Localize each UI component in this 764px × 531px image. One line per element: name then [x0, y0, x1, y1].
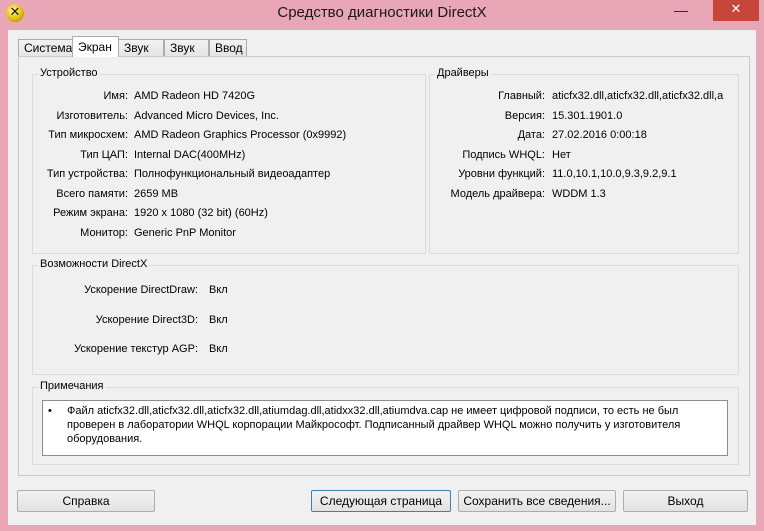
display-mode-label: Режим экрана:	[53, 207, 128, 219]
whql-value: Нет	[552, 149, 571, 161]
date-label: Дата:	[517, 129, 545, 141]
manufacturer-label: Изготовитель:	[56, 110, 129, 122]
chip-type-value: AMD Radeon Graphics Processor (0x9992)	[134, 129, 347, 141]
device-type-label: Тип устройства:	[46, 168, 128, 180]
feature-levels-value: 11.0,10.1,10.0,9.3,9.2,9.1	[552, 168, 677, 180]
device-name-label: Имя:	[103, 90, 128, 102]
agp-row: Ускорение текстур AGP: Вкл	[33, 341, 333, 357]
dialog-client-area: Система Экран Звук 1 Звук 2 Ввод Устройс…	[8, 30, 756, 525]
total-memory-label: Всего памяти:	[56, 188, 128, 200]
directx-features-title: Возможности DirectX	[38, 258, 150, 270]
monitor-value: Generic PnP Monitor	[134, 227, 236, 239]
main-driver-value: aticfx32.dll,aticfx32.dll,aticfx32.dll,a	[552, 90, 724, 102]
tab-input[interactable]: Ввод	[209, 39, 247, 56]
driver-row-model: Модель драйвера: WDDM 1.3	[430, 186, 736, 202]
agp-label: Ускорение текстур AGP:	[74, 343, 198, 355]
window-title: Средство диагностики DirectX	[277, 4, 487, 21]
minimize-button[interactable]: —	[668, 2, 694, 22]
next-page-button[interactable]: Следующая страница	[311, 490, 451, 512]
directx-features-group: Возможности DirectX Ускорение DirectDraw…	[32, 258, 739, 375]
notes-text: Файл aticfx32.dll,aticfx32.dll,aticfx32.…	[67, 405, 681, 445]
title-bar[interactable]: ✕ Средство диагностики DirectX — ✕	[0, 0, 764, 26]
exit-button[interactable]: Выход	[623, 490, 748, 512]
tab-display[interactable]: Экран	[72, 36, 119, 57]
device-row-device-type: Тип устройства: Полнофункциональный виде…	[33, 166, 423, 182]
direct3d-value: Вкл	[209, 314, 228, 326]
dac-type-value: Internal DAC(400MHz)	[134, 149, 246, 161]
device-row-dac-type: Тип ЦАП: Internal DAC(400MHz)	[33, 147, 423, 163]
driver-row-whql: Подпись WHQL: Нет	[430, 147, 736, 163]
directdraw-row: Ускорение DirectDraw: Вкл	[33, 282, 333, 298]
whql-label: Подпись WHQL:	[462, 149, 545, 161]
driver-row-date: Дата: 27.02.2016 0:00:18	[430, 127, 736, 143]
device-row-total-memory: Всего памяти: 2659 MB	[33, 186, 423, 202]
tab-system[interactable]: Система	[18, 39, 73, 56]
device-group-title: Устройство	[38, 67, 100, 79]
device-row-chip-type: Тип микросхем: AMD Radeon Graphics Proce…	[33, 127, 423, 143]
notes-group: Примечания • Файл aticfx32.dll,aticfx32.…	[32, 380, 739, 465]
device-row-manufacturer: Изготовитель: Advanced Micro Devices, In…	[33, 108, 423, 124]
device-type-value: Полнофункциональный видеоадаптер	[134, 168, 331, 180]
notes-text-box[interactable]: • Файл aticfx32.dll,aticfx32.dll,aticfx3…	[42, 400, 728, 456]
agp-value: Вкл	[209, 343, 228, 355]
notes-bullet: •	[48, 405, 52, 417]
driver-model-value: WDDM 1.3	[552, 188, 606, 200]
drivers-group-title: Драйверы	[435, 67, 491, 79]
display-mode-value: 1920 x 1080 (32 bit) (60Hz)	[134, 207, 268, 219]
monitor-label: Монитор:	[80, 227, 128, 239]
help-button[interactable]: Справка	[17, 490, 155, 512]
driver-model-label: Модель драйвера:	[450, 188, 545, 200]
driver-row-version: Версия: 15.301.1901.0	[430, 108, 736, 124]
device-group: Устройство Имя: AMD Radeon HD 7420G Изго…	[32, 67, 426, 254]
device-row-name: Имя: AMD Radeon HD 7420G	[33, 88, 423, 104]
device-row-monitor: Монитор: Generic PnP Monitor	[33, 225, 423, 241]
directdraw-value: Вкл	[209, 284, 228, 296]
save-all-button[interactable]: Сохранить все сведения...	[458, 490, 616, 512]
tab-sound-2[interactable]: Звук 2	[164, 39, 209, 72]
direct3d-label: Ускорение Direct3D:	[95, 314, 198, 326]
device-row-display-mode: Режим экрана: 1920 x 1080 (32 bit) (60Hz…	[33, 205, 423, 221]
directdraw-label: Ускорение DirectDraw:	[84, 284, 198, 296]
direct3d-row: Ускорение Direct3D: Вкл	[33, 312, 333, 328]
version-value: 15.301.1901.0	[552, 110, 623, 122]
device-name-value: AMD Radeon HD 7420G	[134, 90, 256, 102]
close-button[interactable]: ✕	[713, 0, 759, 21]
date-value: 27.02.2016 0:00:18	[552, 129, 647, 141]
chip-type-label: Тип микросхем:	[48, 129, 128, 141]
manufacturer-value: Advanced Micro Devices, Inc.	[134, 110, 279, 122]
tab-sound-1[interactable]: Звук 1	[118, 39, 164, 72]
drivers-group: Драйверы Главный: aticfx32.dll,aticfx32.…	[429, 67, 739, 254]
total-memory-value: 2659 MB	[134, 188, 179, 200]
main-driver-label: Главный:	[498, 90, 545, 102]
notes-title: Примечания	[38, 380, 106, 392]
version-label: Версия:	[504, 110, 545, 122]
driver-row-main: Главный: aticfx32.dll,aticfx32.dll,aticf…	[430, 88, 736, 104]
feature-levels-label: Уровни функций:	[458, 168, 545, 180]
dac-type-label: Тип ЦАП:	[80, 149, 128, 161]
tab-panel-display: Устройство Имя: AMD Radeon HD 7420G Изго…	[18, 56, 750, 476]
driver-row-feature-levels: Уровни функций: 11.0,10.1,10.0,9.3,9.2,9…	[430, 166, 736, 182]
